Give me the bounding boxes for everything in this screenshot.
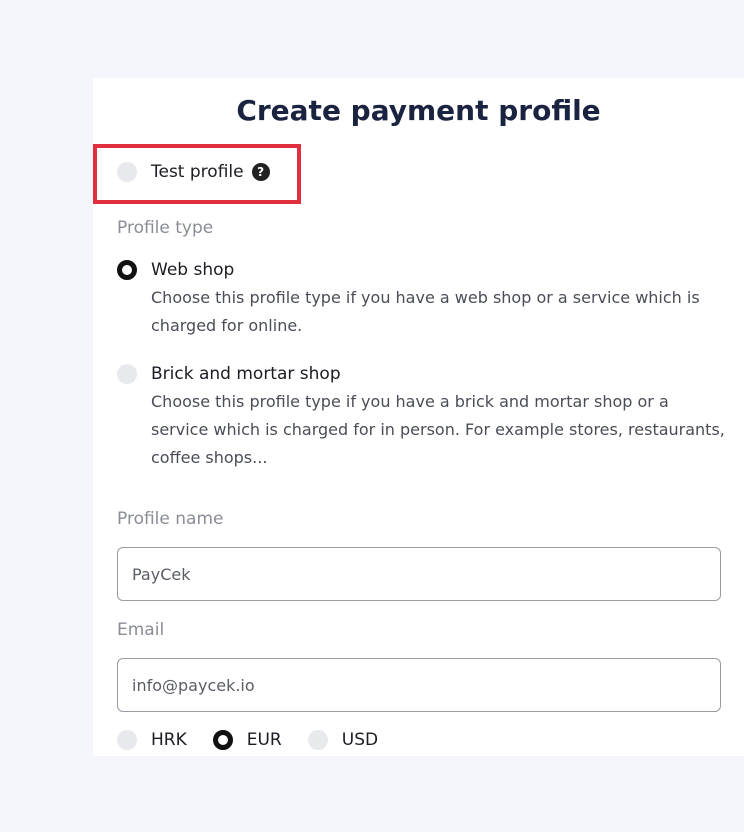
- test-profile-row[interactable]: Test profile ?: [117, 162, 270, 182]
- profile-name-input[interactable]: [117, 547, 721, 601]
- page-title: Create payment profile: [236, 94, 601, 127]
- profile-type-label: Profile type: [117, 218, 214, 238]
- test-profile-checkbox[interactable]: [117, 162, 137, 182]
- test-profile-label: Test profile: [151, 162, 244, 182]
- currency-option-hrk[interactable]: HRK: [117, 730, 187, 750]
- email-input[interactable]: [117, 658, 721, 712]
- brick-and-mortar-radio[interactable]: [117, 364, 137, 384]
- option-description: Choose this profile type if you have a w…: [151, 288, 700, 335]
- profile-type-option-web-shop[interactable]: Web shop Choose this profile type if you…: [117, 260, 727, 340]
- question-icon[interactable]: ?: [251, 163, 270, 181]
- option-description: Choose this profile type if you have a b…: [151, 392, 725, 467]
- profile-type-option-brick-and-mortar[interactable]: Brick and mortar shop Choose this profil…: [117, 364, 727, 472]
- currency-option-eur[interactable]: EUR: [212, 730, 282, 750]
- currency-label: USD: [341, 730, 379, 750]
- option-label: Web shop: [151, 260, 235, 280]
- currency-selector: HRK EUR USD: [117, 730, 404, 750]
- hrk-radio[interactable]: [117, 730, 137, 750]
- currency-label: EUR: [246, 730, 282, 750]
- currency-label: HRK: [151, 730, 187, 750]
- email-label: Email: [117, 620, 165, 640]
- option-label: Brick and mortar shop: [151, 364, 341, 384]
- payment-profile-card: Create payment profile Test profile ? Pr…: [93, 78, 744, 756]
- eur-radio[interactable]: [212, 730, 233, 750]
- currency-option-usd[interactable]: USD: [307, 730, 379, 750]
- usd-radio[interactable]: [307, 730, 328, 750]
- web-shop-radio[interactable]: [117, 260, 137, 280]
- profile-name-label: Profile name: [117, 509, 224, 529]
